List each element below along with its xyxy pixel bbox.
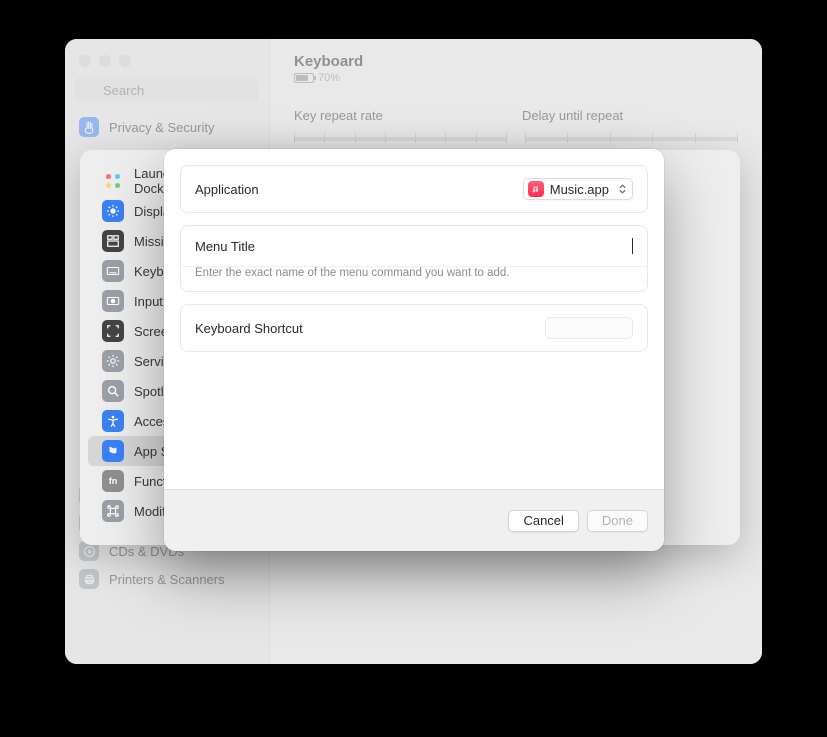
updown-icon [619, 184, 626, 194]
add-shortcut-modal: Application Music.app Menu Title [164, 149, 664, 551]
zoom-dot[interactable] [119, 55, 131, 67]
printer-icon [79, 569, 99, 589]
grid-icon [102, 170, 124, 192]
mission-icon [102, 230, 124, 252]
keyboard-shortcut-input[interactable] [545, 317, 633, 339]
screenshot-icon [102, 320, 124, 342]
sidebar-item-privacy[interactable]: Privacy & Security [65, 113, 269, 141]
application-select[interactable]: Music.app [523, 178, 633, 200]
app-icon [102, 440, 124, 462]
application-label: Application [195, 182, 259, 197]
window-controls [65, 49, 269, 77]
close-dot[interactable] [79, 55, 91, 67]
sidebar-item-label: Printers & Scanners [109, 572, 225, 587]
search-input[interactable] [75, 77, 259, 103]
application-value: Music.app [550, 182, 609, 197]
key-repeat-label: Key repeat rate [294, 108, 522, 123]
keyboard-shortcut-label: Keyboard Shortcut [195, 321, 303, 336]
command-icon [102, 500, 124, 522]
delay-repeat-label: Delay until repeat [522, 108, 623, 123]
menu-title-input[interactable] [269, 239, 632, 254]
battery-icon [294, 73, 314, 83]
key-repeat-slider[interactable] [294, 131, 507, 147]
minimize-dot[interactable] [99, 55, 111, 67]
done-button[interactable]: Done [587, 510, 648, 532]
battery-status: 70% [294, 72, 738, 84]
keyboard-icon [102, 260, 124, 282]
brightness-icon [102, 200, 124, 222]
fn-icon: fn [102, 470, 124, 492]
text-caret [632, 238, 633, 254]
hand-icon [79, 117, 99, 137]
cancel-button[interactable]: Cancel [508, 510, 578, 532]
search-icon [102, 380, 124, 402]
delay-repeat-slider[interactable] [525, 131, 738, 147]
music-icon [528, 181, 544, 197]
page-title: Keyboard [294, 53, 738, 70]
menu-title-help: Enter the exact name of the menu command… [181, 267, 647, 291]
accessibility-icon [102, 410, 124, 432]
sidebar-item-label: Privacy & Security [109, 120, 214, 135]
gear-icon [102, 350, 124, 372]
sidebar-item-printers[interactable]: Printers & Scanners [65, 565, 269, 593]
input-icon [102, 290, 124, 312]
menu-title-label: Menu Title [195, 239, 255, 254]
